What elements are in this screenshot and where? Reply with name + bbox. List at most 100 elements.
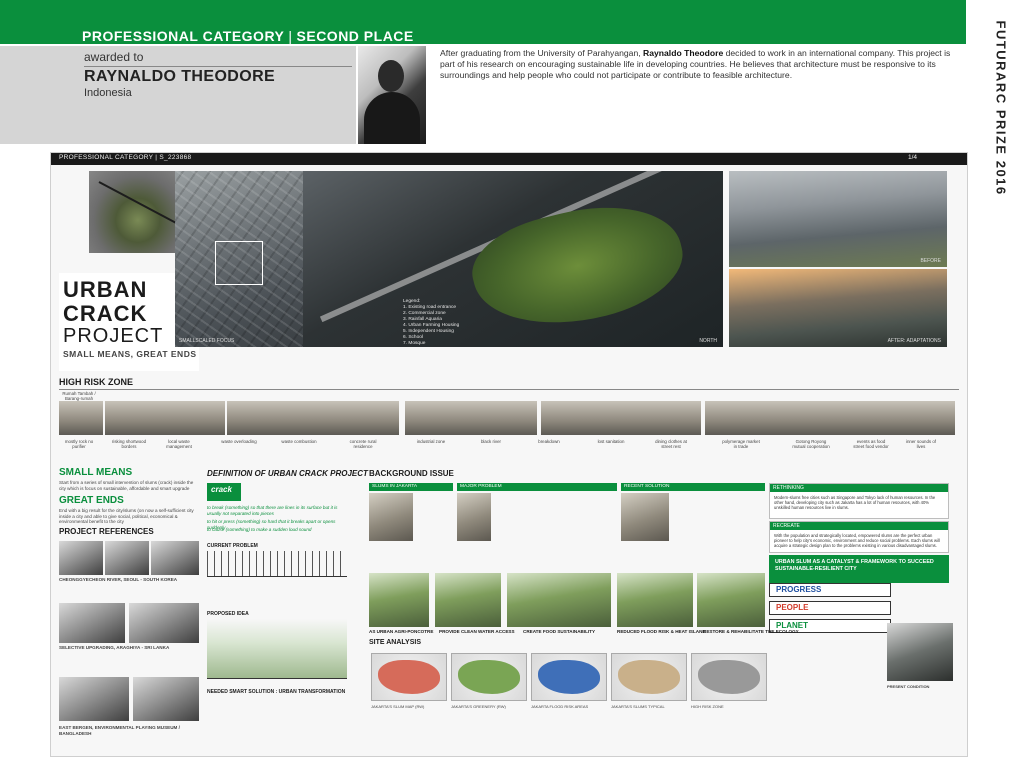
after-render: AFTER: ADAPTATIONS xyxy=(729,269,947,347)
masterplan-site xyxy=(462,187,694,345)
crack-tag: crack xyxy=(207,483,241,501)
masterplan-render: Legend: 1. Existing road entrance 2. Com… xyxy=(303,171,723,347)
greenery-map xyxy=(451,653,527,701)
hrz-photo xyxy=(405,401,537,435)
awarded-to-label: awarded to xyxy=(84,50,144,64)
strategy-caption: RESTORE & REHABILITATE THE ECOLOGY xyxy=(703,629,799,634)
masterplan-legend: Legend: 1. Existing road entrance 2. Com… xyxy=(403,299,459,347)
definition-title: DEFINITION OF URBAN CRACK PROJECT xyxy=(207,469,368,478)
reference-image xyxy=(129,603,199,643)
aerial-label: SMALLSCALED FOCUS xyxy=(179,338,235,344)
side-title: FUTURARC PRIZE 2016 xyxy=(993,20,1009,196)
definition-line: to break (something) so that there are l… xyxy=(207,505,338,516)
progress-label: PROGRESS xyxy=(769,583,891,597)
great-ends-text: End with a big result for the city/slums… xyxy=(59,508,194,525)
hrz-caption: mostly rock no purifier xyxy=(64,439,94,449)
after-label: AFTER: ADAPTATIONS xyxy=(887,338,941,344)
recreate-text: With the population and strategically lo… xyxy=(774,533,940,548)
title-line-urban: URBAN xyxy=(63,277,148,302)
winner-portrait xyxy=(358,46,426,144)
north-label: NORTH xyxy=(699,338,717,344)
award-panel xyxy=(0,46,356,144)
rethinking-box: RETHINKING Modern-slums free cities such… xyxy=(769,483,949,519)
bio-before: After graduating from the University of … xyxy=(440,48,644,58)
small-means-text: Start from a series of small interventio… xyxy=(59,480,194,491)
current-problem-title: CURRENT PROBLEM xyxy=(207,543,258,549)
reference-image xyxy=(59,541,103,575)
solution-photo xyxy=(621,493,669,541)
winner-name: RAYNALDO THEODORE xyxy=(84,68,276,85)
map-shape xyxy=(698,660,760,694)
banner-place: SECOND PLACE xyxy=(296,28,414,44)
winner-bio: After graduating from the University of … xyxy=(440,48,960,81)
slums-photo xyxy=(369,493,413,541)
reference-image xyxy=(105,541,149,575)
tab-slums-in-jakarta: SLUMS IN JAKARTA xyxy=(369,483,453,491)
reference-image xyxy=(151,541,199,575)
map-shape xyxy=(378,660,440,694)
hrz-caption: industrial zone xyxy=(416,439,446,444)
hrz-caption: Gotong Royong mutual cooperation xyxy=(792,439,830,449)
reference-image xyxy=(59,677,129,721)
hrz-photo xyxy=(705,401,955,435)
strategy-image xyxy=(617,573,693,627)
before-label: BEFORE xyxy=(920,258,941,264)
flood-map xyxy=(531,653,607,701)
aerial-zone-frame xyxy=(215,241,263,285)
map-shape xyxy=(618,660,680,694)
reference-caption: EAST BERGEN, ENVIRONMENTAL PLAYING MUSEU… xyxy=(59,725,180,736)
title-line-crack: CRACK xyxy=(63,301,148,326)
award-divider xyxy=(84,66,352,67)
winner-country: Indonesia xyxy=(84,87,132,99)
present-condition-caption: PRESENT CONDITION xyxy=(887,684,930,689)
needed-solution-title: NEEDED SMART SOLUTION : URBAN TRANSFORMA… xyxy=(207,689,346,695)
current-problem-drawing xyxy=(207,551,347,577)
strategy-image xyxy=(369,573,429,627)
hrz-caption: waste overloading xyxy=(221,439,257,444)
banner-title: PROFESSIONAL CATEGORY | SECOND PLACE xyxy=(82,28,414,44)
hrz-caption: polymerage market in trade xyxy=(722,439,760,449)
background-issue-title: BACKGROUND ISSUE xyxy=(369,469,454,478)
map-caption: JAKARTA'S SLUM MAP (RW) xyxy=(371,704,425,709)
bio-name: Raynaldo Theodore xyxy=(643,48,724,58)
hrz-caption: breakdown xyxy=(538,439,560,444)
side-title-container: FUTURARC PRIZE 2016 xyxy=(982,21,1018,198)
map-caption: JAKARTA'S GREENERY (RW) xyxy=(451,704,506,709)
proposed-idea-title: PROPOSED IDEA xyxy=(207,611,249,617)
board-category: PROFESSIONAL CATEGORY | S_223868 xyxy=(59,154,192,161)
great-ends-title: GREAT ENDS xyxy=(59,495,124,506)
site-analysis-title: SITE ANALYSIS xyxy=(369,639,421,646)
legend-line: 7. Mosque xyxy=(403,341,426,346)
proposed-idea-drawing xyxy=(207,619,347,679)
map-caption: JAKARTA'S SLUMS TYPICAL xyxy=(611,704,665,709)
map-shape xyxy=(458,660,520,694)
hrz-caption: black river xyxy=(480,439,501,444)
hrz-photo xyxy=(59,401,103,435)
definition-line: to cause (something) to make a sudden lo… xyxy=(207,527,312,532)
strategy-caption: CREATE FOOD SUSTAINABILITY xyxy=(523,629,596,634)
recreate-box: RECREATE With the population and strateg… xyxy=(769,521,949,553)
hrz-photo xyxy=(227,401,399,435)
risk-zone-map xyxy=(691,653,767,701)
strategy-image xyxy=(507,573,611,627)
rethinking-text: Modern-slums free cities such as Singapo… xyxy=(774,495,936,510)
board-page-number: 1/4 xyxy=(907,154,917,161)
hrz-photo xyxy=(541,401,701,435)
tab-major-problem: MAJOR PROBLEM xyxy=(457,483,617,491)
before-render: BEFORE xyxy=(729,171,947,267)
tab-recent-solution: RECENT SOLUTION xyxy=(621,483,765,491)
project-board: PROFESSIONAL CATEGORY | S_223868 1/4 URB… xyxy=(50,152,968,757)
map-shape xyxy=(538,660,600,694)
map-caption: HIGH RISK ZONE xyxy=(691,704,724,709)
hrz-caption: waste combustion xyxy=(281,439,317,444)
strategy-caption: REDUCED FLOOD RISK & HEAT ISLAND xyxy=(617,629,706,634)
hrz-caption: dining clothes at street rest xyxy=(655,439,687,449)
hrz-caption: inner sounds of lives xyxy=(905,439,937,449)
people-label: PEOPLE xyxy=(769,601,891,615)
hrz-caption: Rumah Tambah / Barang-rumah xyxy=(62,391,96,401)
aerial-city-render: SMALLSCALED FOCUS xyxy=(175,171,303,347)
catalyst-banner: URBAN SLUM AS A CATALYST & FRAMEWORK TO … xyxy=(769,555,949,583)
project-references-title: PROJECT REFERENCES xyxy=(59,527,154,536)
strategy-caption: AS URBAN AGRI-PONCOTRE xyxy=(369,629,434,634)
reference-image xyxy=(133,677,199,721)
